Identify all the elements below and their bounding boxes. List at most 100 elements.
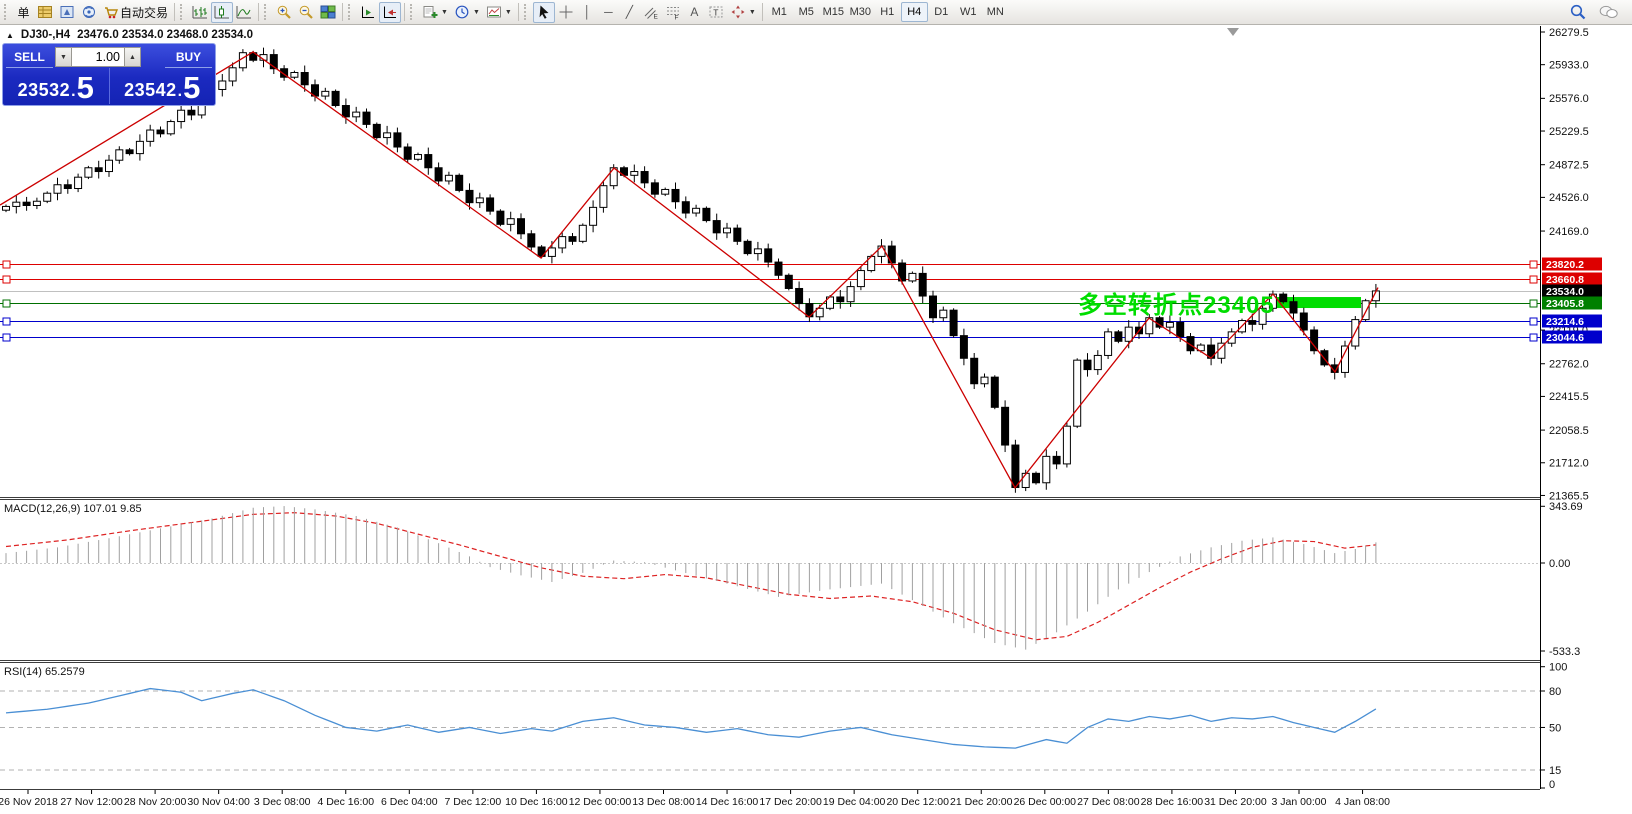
timeframe-w1-button[interactable]: W1 xyxy=(955,2,982,22)
rsi-label: RSI(14) 65.2579 xyxy=(4,666,85,678)
toolbar-separator xyxy=(342,3,343,21)
hline-handle[interactable] xyxy=(1530,300,1537,307)
timeframe-m30-button[interactable]: M30 xyxy=(847,2,874,22)
hline-handle[interactable] xyxy=(3,334,10,341)
volume-decrease-button[interactable]: ▼ xyxy=(55,47,72,67)
time-tick-label: 30 Nov 04:00 xyxy=(187,796,250,808)
hline-handle[interactable] xyxy=(1530,318,1537,325)
hline-handle[interactable] xyxy=(3,318,10,325)
time-tick-label: 4 Dec 16:00 xyxy=(317,796,374,808)
chat-icon xyxy=(1599,4,1619,20)
timeframe-d1-button[interactable]: D1 xyxy=(928,2,955,22)
horizontal-line-tool-icon: ─ xyxy=(604,6,613,18)
button-label: W1 xyxy=(960,6,977,18)
buy-price[interactable]: 23542 . 5 xyxy=(110,68,216,104)
time-tick-label: 17 Dec 20:00 xyxy=(759,796,822,808)
time-tick-label: 6 Dec 04:00 xyxy=(381,796,438,808)
sell-button[interactable]: SELL xyxy=(6,46,53,68)
tile-windows-button[interactable] xyxy=(317,2,339,23)
line-chart-button[interactable] xyxy=(233,2,255,23)
svg-text:23044.6: 23044.6 xyxy=(1546,332,1584,344)
cursor-tool-icon xyxy=(536,4,552,20)
chart-shift-button[interactable] xyxy=(379,2,401,23)
vertical-line-tool-button[interactable]: │ xyxy=(577,2,598,23)
chart-shift-icon xyxy=(382,4,398,20)
pivot-annotation-text[interactable]: 多空转折点23405 xyxy=(1078,291,1275,319)
timeframe-h4-button[interactable]: H4 xyxy=(901,2,928,22)
horizontal-line-tool-button[interactable]: ─ xyxy=(598,2,619,23)
button-label: M5 xyxy=(799,6,814,18)
periodicity-button[interactable]: ▼ xyxy=(451,2,483,23)
channel-tool-icon: E xyxy=(643,4,659,20)
text-label-tool-icon: T xyxy=(708,4,724,20)
rsi-axis-label: 50 xyxy=(1549,722,1561,734)
new-chart-button[interactable]: ▼ xyxy=(419,2,451,23)
market-watch-button[interactable] xyxy=(34,2,56,23)
buy-button[interactable]: BUY xyxy=(165,46,212,68)
ohlc-values: 23476.0 23534.0 23468.0 23534.0 xyxy=(77,29,253,41)
rsi-axis-label: 15 xyxy=(1549,765,1561,777)
candlestick-icon xyxy=(214,4,230,20)
timeframe-mn-button[interactable]: MN xyxy=(982,2,1009,22)
candlestick-button[interactable] xyxy=(211,2,233,23)
svg-text:T: T xyxy=(713,7,718,17)
timeframe-m15-button[interactable]: M15 xyxy=(820,2,847,22)
search-button[interactable] xyxy=(1566,2,1590,23)
time-tick-label: 13 Dec 08:00 xyxy=(632,796,695,808)
button-label: M1 xyxy=(772,6,787,18)
button-label: D1 xyxy=(934,6,948,18)
hline-handle[interactable] xyxy=(3,261,10,268)
text-tool-button[interactable]: A xyxy=(684,2,705,23)
timeframe-h1-button[interactable]: H1 xyxy=(874,2,901,22)
time-tick-label: 10 Dec 16:00 xyxy=(505,796,568,808)
toolbar-grip xyxy=(264,4,271,20)
button-label: H4 xyxy=(907,6,921,18)
chevron-down-icon: ▼ xyxy=(749,9,756,16)
price-tick-label: 22415.5 xyxy=(1549,391,1589,403)
hline-handle[interactable] xyxy=(3,276,10,283)
text-tool-icon: A xyxy=(690,6,698,18)
zoom-in-button[interactable] xyxy=(273,2,295,23)
volume-increase-button[interactable]: ▲ xyxy=(124,47,141,67)
template-button[interactable]: ▼ xyxy=(483,2,515,23)
button-label: H1 xyxy=(880,6,894,18)
trendline-tool-button[interactable]: ╱ xyxy=(619,2,640,23)
chart-canvas[interactable]: MACD(12,26,9) 107.01 9.85RSI(14) 65.2579… xyxy=(0,0,1632,814)
price-tick-label: 22762.0 xyxy=(1549,359,1589,371)
autotrading-button[interactable]: 自动交易 xyxy=(100,2,171,23)
macd-histogram xyxy=(6,506,1376,650)
mt4-terminal: { "title_bar": { "marker": "▲", "symbol_… xyxy=(0,0,1632,814)
axis-price-flag-current-price: 23534.0 xyxy=(1542,285,1602,298)
terminal-button[interactable] xyxy=(78,2,100,23)
price-tick-label: 26279.5 xyxy=(1549,27,1589,39)
fibonacci-tool-button[interactable]: F xyxy=(662,2,684,23)
zoom-out-button[interactable] xyxy=(295,2,317,23)
crosshair-tool-button[interactable] xyxy=(555,2,577,23)
toolbar-separator xyxy=(258,3,259,21)
hline-handle[interactable] xyxy=(1530,334,1537,341)
button-label: 自动交易 xyxy=(120,4,168,21)
text-label-tool-button[interactable]: T xyxy=(705,2,727,23)
zigzag-line[interactable] xyxy=(0,52,1378,488)
bar-chart-button[interactable] xyxy=(189,2,211,23)
time-tick-label: 28 Dec 16:00 xyxy=(1141,796,1204,808)
timeframe-m5-button[interactable]: M5 xyxy=(793,2,820,22)
auto-scroll-button[interactable] xyxy=(357,2,379,23)
cursor-tool-button[interactable] xyxy=(533,2,555,23)
hline-handle[interactable] xyxy=(1530,261,1537,268)
timeframe-m1-button[interactable]: M1 xyxy=(766,2,793,22)
svg-text:23405.8: 23405.8 xyxy=(1546,298,1584,310)
toolbar-grip xyxy=(348,4,355,20)
channel-tool-button[interactable]: E xyxy=(640,2,662,23)
navigator-button[interactable] xyxy=(56,2,78,23)
volume-input[interactable] xyxy=(72,47,124,67)
arrows-tool-button[interactable]: ▼ xyxy=(727,2,759,23)
one-click-trading-panel: SELL ▼ ▲ BUY 23532 . 5 23542 . 5 xyxy=(2,43,216,106)
rsi-axis-label: 100 xyxy=(1549,662,1567,674)
hline-handle[interactable] xyxy=(1530,276,1537,283)
chat-button[interactable] xyxy=(1596,2,1622,23)
sell-price[interactable]: 23532 . 5 xyxy=(3,68,110,104)
new-order-button[interactable]: 单 xyxy=(13,2,34,23)
time-tick-label: 4 Jan 08:00 xyxy=(1335,796,1390,808)
hline-handle[interactable] xyxy=(3,300,10,307)
